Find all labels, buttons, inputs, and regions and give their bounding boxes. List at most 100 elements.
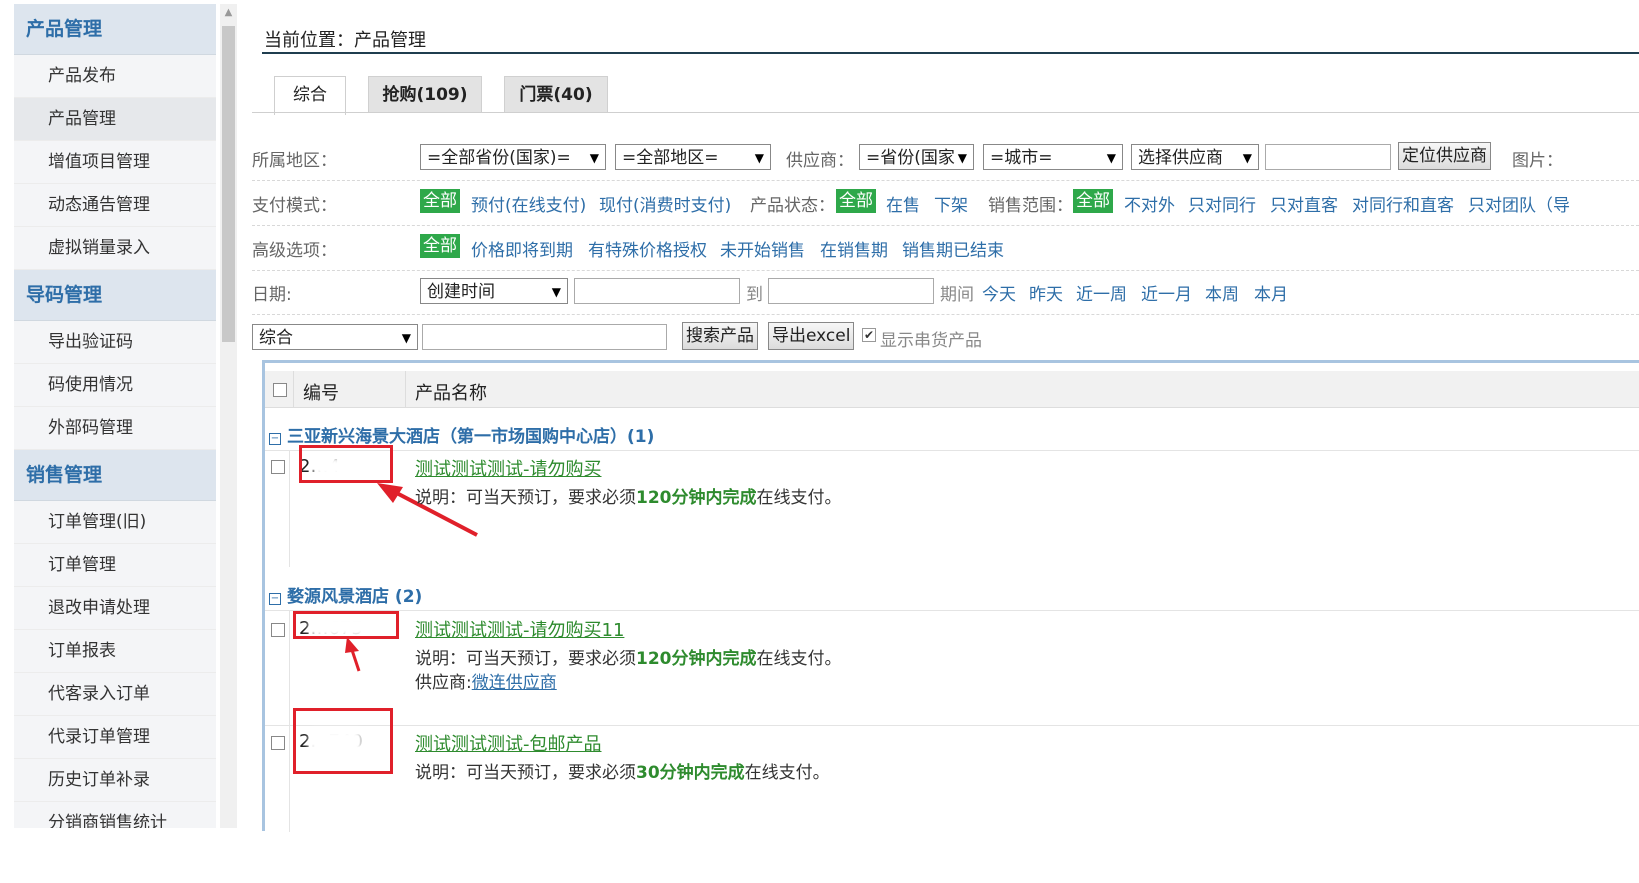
advanced-option-in-period[interactable]: 在销售期 <box>820 236 888 261</box>
payment-option-all[interactable]: 全部 <box>420 189 460 213</box>
area-select[interactable]: =全部地区= ▼ <box>615 144 771 170</box>
row-checkbox[interactable] <box>271 623 285 637</box>
product-description: 说明：可当天预订，要求必须30分钟内完成在线支付。 <box>415 763 830 783</box>
sidebar-item-orders[interactable]: 订单管理 <box>14 544 216 587</box>
date-quick-yesterday[interactable]: 昨天 <box>1029 280 1063 305</box>
supplier-search-input[interactable] <box>1265 144 1391 170</box>
product-description: 说明：可当天预订，要求必须120分钟内完成在线支付。 <box>415 488 842 508</box>
group-header[interactable]: − 三亚新兴海景大酒店（第一市场国购中心店）(1) <box>269 422 654 447</box>
scrollbar-thumb[interactable] <box>222 26 235 342</box>
range-option-all[interactable]: 全部 <box>1073 189 1113 213</box>
table-header: 编号 产品名称 <box>265 371 1639 408</box>
chevron-down-icon: ▼ <box>551 285 561 299</box>
sidebar-item-virtual-sales[interactable]: 虚拟销量录入 <box>14 227 216 270</box>
range-option-peers[interactable]: 只对同行 <box>1188 191 1256 216</box>
sidebar-item-history-orders[interactable]: 历史订单补录 <box>14 759 216 802</box>
collapse-icon[interactable]: − <box>269 433 281 445</box>
filter-row-region: 所属地区： =全部省份(国家)= ▼ =全部地区= ▼ 供应商： =省份(国家 ▼ =… <box>252 136 1639 181</box>
tab-tickets[interactable]: 门票(40) <box>504 76 608 113</box>
date-type-select[interactable]: 创建时间 ▼ <box>420 278 568 304</box>
search-products-button[interactable]: 搜索产品 <box>682 322 758 350</box>
breadcrumb: 当前位置：产品管理 <box>264 30 426 51</box>
date-period-label: 期间 <box>940 285 974 305</box>
advanced-label: 高级选项： <box>252 241 337 261</box>
supplier-link[interactable]: 微连供应商 <box>472 673 557 693</box>
sidebar-item-proxy-order[interactable]: 代客录入订单 <box>14 673 216 716</box>
date-quick-week[interactable]: 近一周 <box>1076 280 1127 305</box>
chevron-down-icon: ▼ <box>589 151 599 165</box>
date-quick-month[interactable]: 近一月 <box>1141 280 1192 305</box>
product-name-link[interactable]: 测试测试测试-请勿购买 <box>415 455 602 481</box>
range-option-peers-direct[interactable]: 对同行和直客 <box>1352 191 1454 216</box>
date-quick-this-week[interactable]: 本周 <box>1205 280 1239 305</box>
group-header[interactable]: − 婺源风景酒店 (2) <box>269 582 422 607</box>
payment-option-prepay[interactable]: 预付(在线支付) <box>471 191 586 216</box>
filter-row-advanced: 高级选项： 全部 价格即将到期 有特殊价格授权 未开始销售 在销售期 销售期已结… <box>252 226 1639 271</box>
product-supplier: 供应商:微连供应商 <box>415 673 557 693</box>
supplier-city-select[interactable]: =城市= ▼ <box>983 144 1123 170</box>
column-divider <box>289 726 290 832</box>
supplier-select[interactable]: 选择供应商 ▼ <box>1131 144 1259 170</box>
show-serial-checkbox[interactable]: ✔ <box>862 328 876 342</box>
sidebar-item-announcements[interactable]: 动态通告管理 <box>14 184 216 227</box>
sidebar-scrollbar[interactable]: ▲ <box>220 4 237 828</box>
date-start-input[interactable] <box>574 278 740 304</box>
search-scope-select[interactable]: 综合 ▼ <box>252 324 418 350</box>
advanced-option-all[interactable]: 全部 <box>420 234 460 258</box>
column-divider <box>289 451 290 567</box>
collapse-icon[interactable]: − <box>269 593 281 605</box>
highlight-box <box>293 708 393 774</box>
sidebar-item-code-usage[interactable]: 码使用情况 <box>14 364 216 407</box>
scroll-up-icon[interactable]: ▲ <box>220 4 237 22</box>
select-all-checkbox[interactable] <box>273 383 287 397</box>
payment-label: 支付模式： <box>252 196 337 216</box>
sidebar-item-refunds[interactable]: 退改申请处理 <box>14 587 216 630</box>
date-end-input[interactable] <box>768 278 934 304</box>
tab-all[interactable]: 综合 <box>274 76 346 115</box>
header-id[interactable]: 编号 <box>303 379 339 405</box>
table-row: 2…740 测试测试测试-包邮产品 说明：可当天预订，要求必须30分钟内完成在线… <box>265 708 1639 832</box>
product-name-link[interactable]: 测试测试测试-请勿购买11 <box>415 616 624 642</box>
row-checkbox[interactable] <box>271 460 285 474</box>
sidebar-item-product-publish[interactable]: 产品发布 <box>14 55 216 98</box>
advanced-option-special-price[interactable]: 有特殊价格授权 <box>588 236 707 261</box>
date-quick-this-month[interactable]: 本月 <box>1254 280 1288 305</box>
advanced-option-ended[interactable]: 销售期已结束 <box>902 236 1004 261</box>
advanced-option-not-started[interactable]: 未开始销售 <box>720 236 805 261</box>
search-input[interactable] <box>422 324 667 350</box>
status-option-on-sale[interactable]: 在售 <box>886 191 920 216</box>
tab-flash-sale[interactable]: 抢购(109) <box>368 76 482 113</box>
sidebar-item-proxy-order-manage[interactable]: 代录订单管理 <box>14 716 216 759</box>
status-option-all[interactable]: 全部 <box>836 189 876 213</box>
row-checkbox[interactable] <box>271 736 285 750</box>
sidebar-item-external-codes[interactable]: 外部码管理 <box>14 407 216 450</box>
supplier-province-select[interactable]: =省份(国家 ▼ <box>859 144 974 170</box>
chevron-down-icon: ▼ <box>754 151 764 165</box>
sidebar-section-codes[interactable]: 导码管理 <box>14 270 216 321</box>
filter-row-search: 综合 ▼ 搜索产品 导出excel ✔ 显示串货产品 <box>252 316 1639 360</box>
sidebar-item-product-manage[interactable]: 产品管理 <box>14 98 216 141</box>
sidebar-section-product[interactable]: 产品管理 <box>14 4 216 55</box>
highlight-box <box>293 611 399 639</box>
province-select[interactable]: =全部省份(国家)= ▼ <box>420 144 606 170</box>
sidebar-item-order-report[interactable]: 订单报表 <box>14 630 216 673</box>
range-option-internal[interactable]: 不对外 <box>1124 191 1175 216</box>
payment-option-pay-on-site[interactable]: 现付(消费时支付) <box>599 191 731 216</box>
range-option-direct[interactable]: 只对直客 <box>1270 191 1338 216</box>
product-name-link[interactable]: 测试测试测试-包邮产品 <box>415 730 602 756</box>
date-quick-today[interactable]: 今天 <box>982 280 1016 305</box>
chevron-down-icon: ▼ <box>1242 151 1252 165</box>
header-product-name[interactable]: 产品名称 <box>415 379 487 405</box>
sidebar-section-sales[interactable]: 销售管理 <box>14 450 216 501</box>
status-option-off-shelf[interactable]: 下架 <box>934 191 968 216</box>
sidebar-item-export-codes[interactable]: 导出验证码 <box>14 321 216 364</box>
locate-supplier-button[interactable]: 定位供应商 <box>1398 142 1491 170</box>
sidebar-item-value-added[interactable]: 增值项目管理 <box>14 141 216 184</box>
advanced-option-price-expiring[interactable]: 价格即将到期 <box>471 236 573 261</box>
table-row: 2…4 测试测试测试-请勿购买 说明：可当天预订，要求必须120分钟内完成在线支… <box>265 445 1639 567</box>
sidebar-item-orders-old[interactable]: 订单管理(旧) <box>14 501 216 544</box>
product-description: 说明：可当天预订，要求必须120分钟内完成在线支付。 <box>415 649 842 669</box>
sidebar-item-distributor-stats[interactable]: 分销商销售统计 <box>14 802 216 828</box>
range-option-groups[interactable]: 只对团队（导 <box>1468 191 1570 216</box>
export-excel-button[interactable]: 导出excel <box>768 322 855 350</box>
